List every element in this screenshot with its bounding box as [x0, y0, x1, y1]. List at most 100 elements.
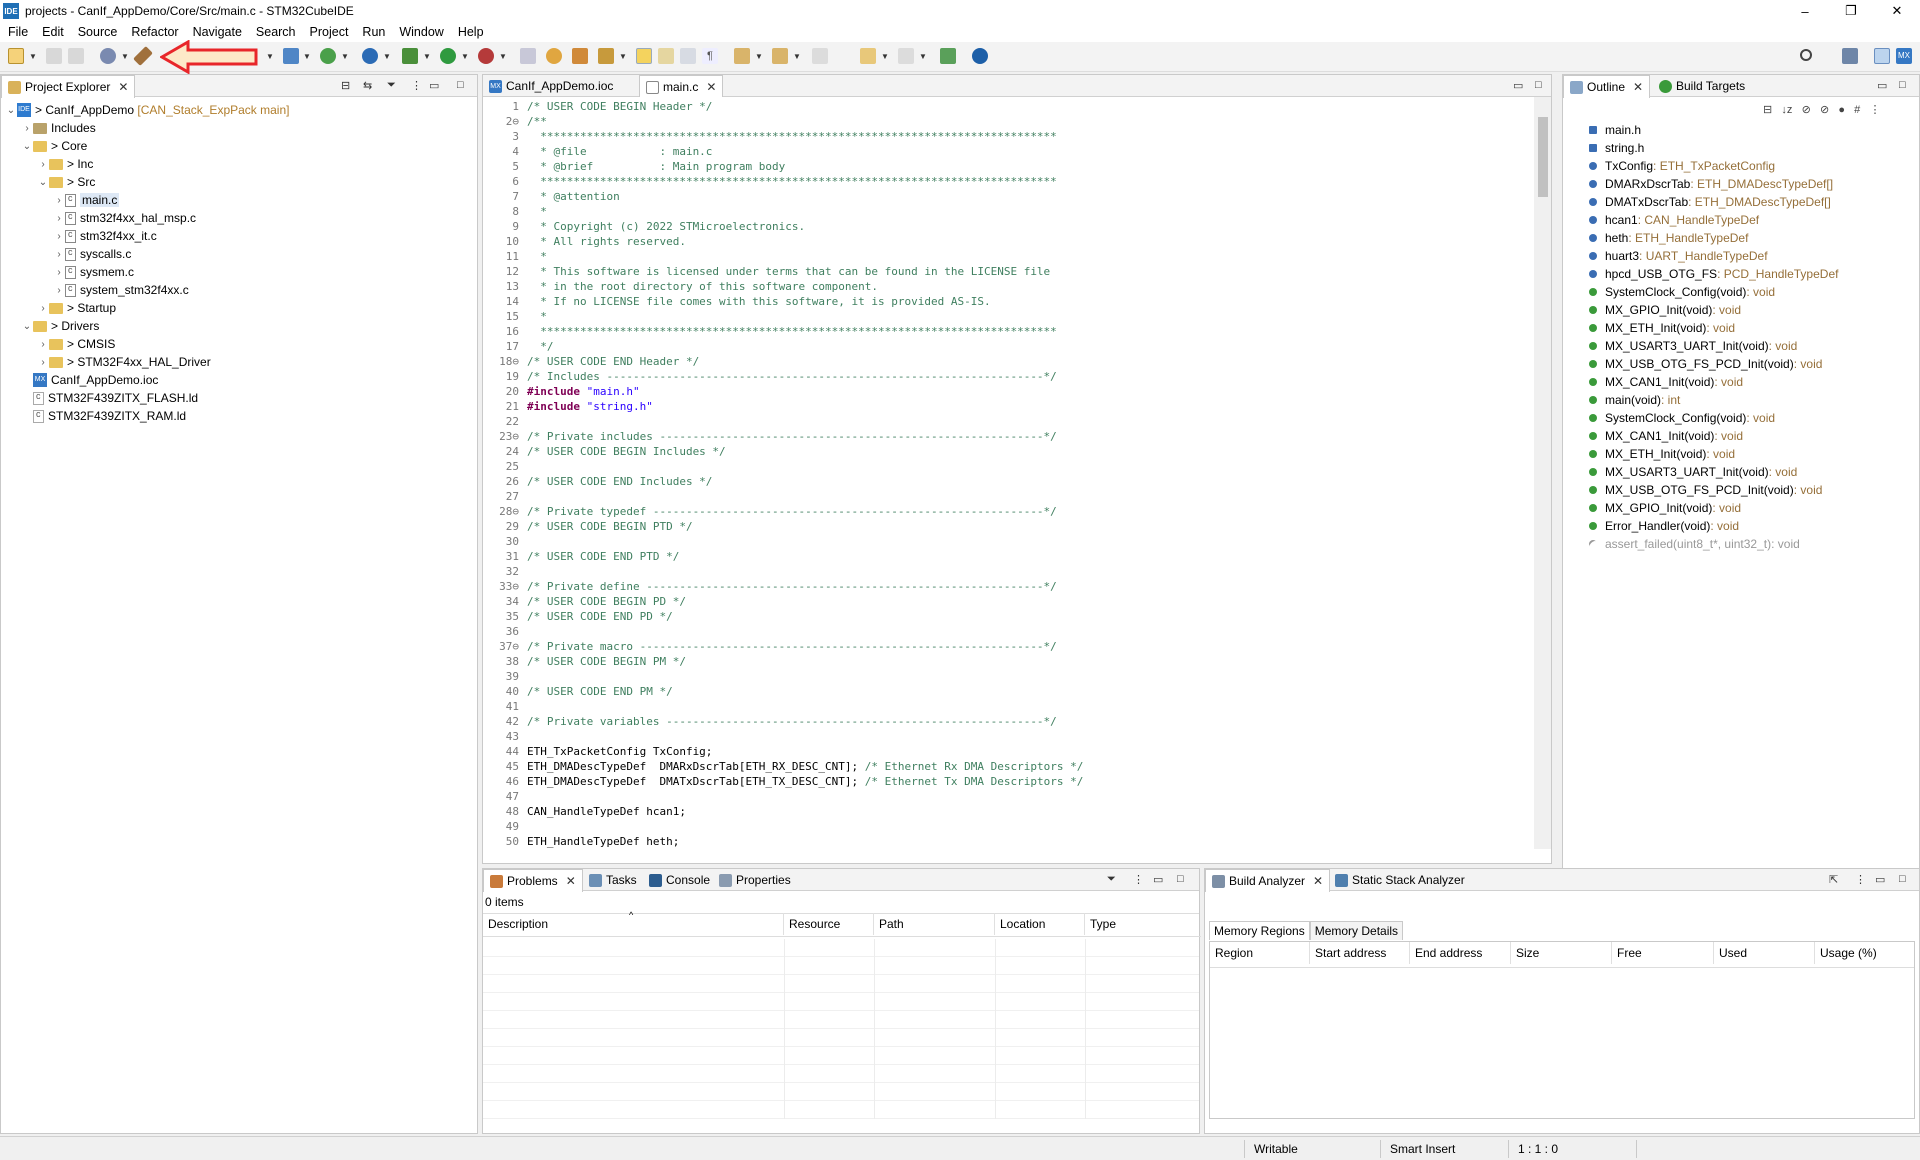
code-line[interactable]: #include "main.h": [527, 384, 640, 399]
code-line[interactable]: *: [527, 204, 547, 219]
code-line[interactable]: /* Includes ----------------------------…: [527, 369, 1057, 384]
maximize-view-icon[interactable]: □: [1535, 79, 1542, 91]
maximize-view-icon[interactable]: □: [1177, 873, 1184, 885]
code-line[interactable]: ****************************************…: [527, 174, 1057, 189]
minimize-view-icon[interactable]: ▭: [1875, 873, 1885, 886]
code-line[interactable]: ****************************************…: [527, 324, 1057, 339]
subtab-memory-regions[interactable]: Memory Regions: [1209, 921, 1310, 940]
tree-item-inc[interactable]: › > Inc: [37, 155, 93, 173]
column-free[interactable]: Free: [1612, 942, 1714, 964]
code-line[interactable]: /* Private macro -----------------------…: [527, 639, 1057, 654]
tree-item-it[interactable]: › stm32f4xx_it.c: [53, 227, 156, 245]
close-tab-icon[interactable]: ✕: [566, 874, 576, 888]
chevron-right-icon[interactable]: ›: [53, 231, 65, 242]
toggle-highlight-icon[interactable]: [658, 48, 674, 64]
outline-item[interactable]: Error_Handler(void) : void: [1589, 517, 1739, 535]
new-source-dropdown-icon[interactable]: ▼: [341, 52, 349, 61]
link-editor-icon[interactable]: ⇆: [363, 79, 372, 92]
at-dropdown-icon[interactable]: ▼: [383, 52, 391, 61]
outline-item[interactable]: MX_GPIO_Init(void) : void: [1589, 499, 1741, 517]
close-window-button[interactable]: ✕: [1874, 0, 1920, 22]
column-description[interactable]: Description ^: [483, 910, 784, 935]
column-path[interactable]: Path: [874, 913, 995, 935]
search-icon[interactable]: [1800, 49, 1812, 61]
tab-tasks[interactable]: Tasks: [583, 869, 643, 891]
outline-item[interactable]: MX_USB_OTG_FS_PCD_Init(void) : void: [1589, 355, 1822, 373]
code-line[interactable]: CAN_HandleTypeDef hcan1;: [527, 804, 686, 819]
chevron-right-icon[interactable]: ›: [53, 249, 65, 260]
code-line[interactable]: /* USER CODE END Header */: [527, 354, 699, 369]
code-line[interactable]: #include "string.h": [527, 399, 653, 414]
column-start-address[interactable]: Start address: [1310, 942, 1410, 964]
debug-dropdown-icon[interactable]: ▼: [423, 52, 431, 61]
hash-icon[interactable]: #: [1854, 104, 1860, 116]
block-selection-icon[interactable]: [680, 48, 696, 64]
back-icon[interactable]: [860, 48, 876, 64]
outline-item[interactable]: DMATxDscrTab : ETH_DMADescTypeDef[]: [1589, 193, 1831, 211]
external-tools-dropdown-icon[interactable]: ▼: [499, 52, 507, 61]
prev-annotation-icon[interactable]: [772, 48, 788, 64]
code-line[interactable]: * in the root directory of this software…: [527, 279, 878, 294]
minimize-view-icon[interactable]: ▭: [429, 79, 439, 92]
prev-annotation-dropdown-icon[interactable]: ▼: [793, 52, 801, 61]
chevron-down-icon[interactable]: ⌄: [21, 321, 33, 332]
menu-source[interactable]: Source: [78, 25, 118, 39]
code-line[interactable]: /* USER CODE BEGIN PD */: [527, 594, 686, 609]
tab-build-targets[interactable]: Build Targets: [1653, 75, 1751, 97]
filter-icon[interactable]: ⏷: [1107, 873, 1116, 886]
vertical-scrollbar[interactable]: [1534, 97, 1551, 849]
save-icon[interactable]: [46, 48, 62, 64]
code-line[interactable]: /* Private variables -------------------…: [527, 714, 1057, 729]
outline-item[interactable]: MX_USB_OTG_FS_PCD_Init(void) : void: [1589, 481, 1822, 499]
save-all-icon[interactable]: [68, 48, 84, 64]
outline-item[interactable]: SystemClock_Config(void) : void: [1589, 283, 1775, 301]
hide-fields-icon[interactable]: ⊘: [1802, 104, 1811, 116]
chevron-down-icon[interactable]: ⌄: [5, 105, 17, 116]
tree-item-includes[interactable]: › Includes: [21, 119, 95, 137]
filter-icon[interactable]: ⏷: [387, 79, 396, 92]
chevron-right-icon[interactable]: ›: [37, 159, 49, 170]
tab-static-stack-analyzer[interactable]: Static Stack Analyzer: [1329, 869, 1471, 891]
column-region[interactable]: Region: [1210, 942, 1310, 964]
tree-item-flash-ld[interactable]: STM32F439ZITX_FLASH.ld: [21, 389, 198, 407]
code-line[interactable]: /* USER CODE END PM */: [527, 684, 673, 699]
tree-item-drivers[interactable]: ⌄ > Drivers: [21, 317, 100, 335]
info-icon[interactable]: [972, 48, 988, 64]
menu-project[interactable]: Project: [310, 25, 349, 39]
code-line[interactable]: /* USER CODE END PTD */: [527, 549, 679, 564]
tree-item-ram-ld[interactable]: STM32F439ZITX_RAM.ld: [21, 407, 186, 425]
chevron-right-icon[interactable]: ›: [53, 195, 65, 206]
chevron-right-icon[interactable]: ›: [37, 339, 49, 350]
back-dropdown-icon[interactable]: ▼: [881, 52, 889, 61]
tab-console[interactable]: Console: [643, 869, 716, 891]
external-tools-icon[interactable]: [478, 48, 494, 64]
code-line[interactable]: ETH_DMADescTypeDef DMATxDscrTab[ETH_TX_D…: [527, 774, 1083, 789]
close-tab-icon[interactable]: ✕: [706, 80, 716, 94]
menu-file[interactable]: File: [8, 25, 28, 39]
column-usage[interactable]: Usage (%): [1815, 942, 1915, 964]
code-line[interactable]: /**: [527, 114, 547, 129]
code-line[interactable]: *: [527, 309, 547, 324]
maximize-view-icon[interactable]: □: [1899, 79, 1906, 91]
export-icon[interactable]: ⇱: [1829, 873, 1838, 886]
code-line[interactable]: /* USER CODE END Includes */: [527, 474, 712, 489]
code-line[interactable]: /* USER CODE BEGIN Header */: [527, 99, 712, 114]
minimize-view-icon[interactable]: ▭: [1877, 79, 1887, 92]
view-menu-icon[interactable]: ⋮: [411, 79, 422, 92]
tree-item-cmsis[interactable]: › > CMSIS: [37, 335, 115, 353]
new-source-icon[interactable]: [320, 48, 336, 64]
code-line[interactable]: /* Private define ----------------------…: [527, 579, 1057, 594]
menu-help[interactable]: Help: [458, 25, 484, 39]
tree-item-syscalls[interactable]: › syscalls.c: [53, 245, 131, 263]
outline-item[interactable]: string.h: [1589, 139, 1644, 157]
tab-main-c[interactable]: main.c ✕: [639, 75, 724, 98]
chevron-right-icon[interactable]: ›: [53, 285, 65, 296]
tab-properties[interactable]: Properties: [713, 869, 797, 891]
cpp-perspective-icon[interactable]: [1874, 48, 1890, 64]
outline-item[interactable]: hcan1 : CAN_HandleTypeDef: [1589, 211, 1759, 229]
menu-edit[interactable]: Edit: [42, 25, 64, 39]
column-end-address[interactable]: End address: [1410, 942, 1511, 964]
toggle-mark-occurrences-icon[interactable]: [636, 48, 652, 64]
scroll-thumb[interactable]: [1538, 117, 1548, 197]
outline-item[interactable]: MX_CAN1_Init(void) : void: [1589, 427, 1743, 445]
